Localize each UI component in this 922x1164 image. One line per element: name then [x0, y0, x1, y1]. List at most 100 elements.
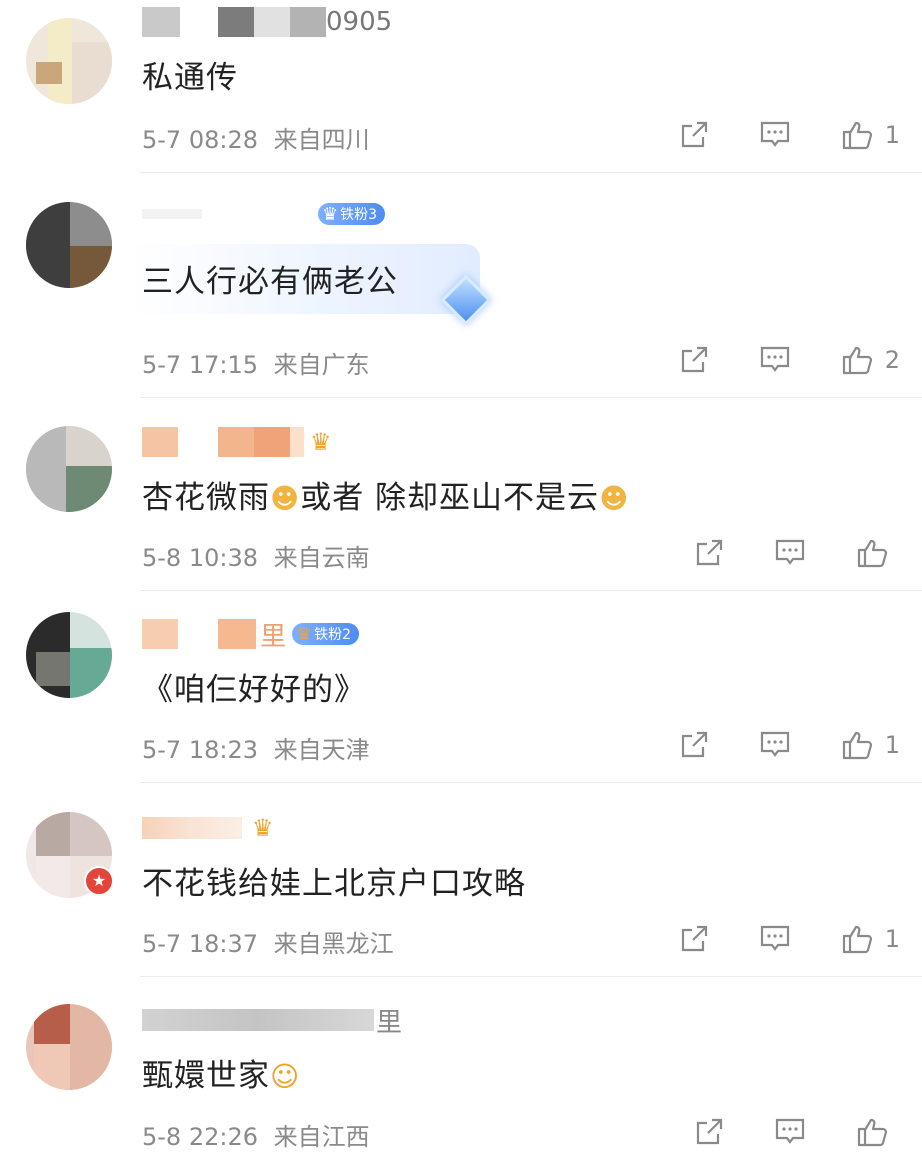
comment-meta: 5-7 08:28 来自四川 [142, 120, 370, 155]
avatar[interactable] [26, 426, 112, 512]
share-icon [681, 121, 707, 148]
crown-icon: ♛ [310, 428, 332, 456]
comment-time: 5-8 10:38 [142, 544, 258, 572]
like-button[interactable]: 2 [841, 344, 900, 376]
thumbs-up-icon [842, 925, 872, 954]
doge-emoji: ☻ [270, 482, 301, 515]
comment-text: 《咱仨好好的》 [142, 672, 366, 708]
share-icon [681, 925, 707, 952]
crown-icon: ♛ [322, 203, 339, 225]
share-button[interactable] [679, 345, 709, 375]
comment-actions [644, 1112, 890, 1152]
share-button[interactable] [694, 1117, 724, 1147]
laugh-emoji: ☺ [270, 1060, 301, 1093]
share-button[interactable] [679, 924, 709, 954]
comment-text: 甄嬛世家☺ [142, 1050, 300, 1095]
like-count: 1 [884, 925, 900, 953]
username[interactable]: 里 ♛ 铁粉2 [142, 618, 360, 652]
comment-icon [775, 1118, 805, 1144]
comment-icon [775, 539, 805, 565]
avatar[interactable] [26, 612, 112, 698]
comment-time: 5-7 08:28 [142, 126, 258, 154]
username[interactable]: ♛ [142, 812, 274, 844]
comment-meta: 5-7 18:23 来自天津 [142, 730, 370, 765]
fan-badge-label: 铁粉3 [340, 207, 378, 223]
comment-meta: 5-7 17:15 来自广东 [142, 345, 370, 380]
username[interactable]: ♛ 铁粉3 [142, 198, 386, 230]
comment-location: 来自黑龙江 [273, 930, 394, 958]
username-visible-part: 里 [376, 1007, 403, 1038]
divider [140, 976, 922, 977]
comment-time: 5-7 18:23 [142, 736, 258, 764]
username[interactable]: 0905 [142, 6, 392, 38]
comment-text-part: 杏花微雨 [142, 480, 270, 516]
username-visible-part: 0905 [326, 7, 393, 37]
comment-meta: 5-8 10:38 来自云南 [142, 538, 370, 573]
comment-time: 5-7 18:37 [142, 930, 258, 958]
crown-icon: ♛ [296, 623, 313, 645]
comment-text-part: 甄嬛世家 [142, 1058, 270, 1094]
avatar[interactable] [26, 18, 112, 104]
like-button[interactable] [856, 537, 890, 569]
share-button[interactable] [679, 120, 709, 150]
comment-text: 私通传 [142, 60, 238, 96]
doge-emoji: ☻ [599, 482, 630, 515]
fan-badge-label: 铁粉2 [314, 627, 352, 643]
comment-icon [760, 925, 789, 951]
comment-location: 来自广东 [273, 351, 370, 379]
comment-text: 不花钱给娃上北京户口攻略 [142, 866, 526, 902]
comment-actions [644, 533, 890, 573]
reply-button[interactable] [759, 924, 791, 954]
share-icon [696, 539, 723, 566]
divider [140, 397, 922, 398]
reply-button[interactable] [759, 120, 791, 150]
avatar[interactable] [26, 202, 112, 288]
thumbs-up-icon [842, 731, 872, 760]
comment-location: 来自天津 [273, 736, 370, 764]
comment-text-part: 或者 除却巫山不是云 [300, 480, 600, 516]
like-count: 2 [884, 346, 900, 374]
comment-actions: 2 [629, 340, 900, 380]
comment-location: 来自江西 [273, 1123, 370, 1151]
reply-button[interactable] [774, 538, 806, 568]
comment-meta: 5-7 18:37 来自黑龙江 [142, 924, 394, 959]
username-visible-part: 里 [260, 621, 287, 652]
divider [140, 172, 922, 173]
thumbs-up-icon [842, 121, 872, 150]
comment-time: 5-7 17:15 [142, 351, 258, 379]
comment-meta: 5-8 22:26 来自江西 [142, 1117, 370, 1152]
divider [140, 782, 922, 783]
comment-actions: 1 [629, 919, 900, 959]
like-button[interactable] [856, 1116, 890, 1148]
comment-time: 5-8 22:26 [142, 1123, 258, 1151]
crown-icon: ♛ [252, 814, 274, 842]
fan-badge: ♛ 铁粉2 [292, 623, 360, 645]
share-icon [681, 346, 707, 373]
avatar[interactable] [26, 1004, 112, 1090]
comment-location: 来自云南 [273, 544, 370, 572]
comment-actions: 1 [629, 115, 900, 155]
comment-actions: 1 [629, 725, 900, 765]
comment-icon [760, 121, 789, 147]
comment-location: 来自四川 [273, 126, 370, 154]
username[interactable]: 里 [142, 1004, 403, 1038]
like-button[interactable]: 1 [841, 923, 900, 955]
comment-text: 杏花微雨☻或者 除却巫山不是云☻ [142, 472, 629, 517]
share-icon [696, 1118, 723, 1145]
thumbs-up-icon [842, 346, 872, 375]
thumbs-up-icon [857, 1118, 888, 1147]
verified-badge-icon: ★ [84, 866, 114, 896]
share-button[interactable] [679, 730, 709, 760]
fan-badge: ♛ 铁粉3 [318, 203, 386, 225]
reply-button[interactable] [759, 730, 791, 760]
divider [140, 590, 922, 591]
username[interactable]: ♛ [142, 426, 332, 458]
reply-button[interactable] [759, 345, 791, 375]
like-button[interactable]: 1 [841, 729, 900, 761]
share-icon [681, 731, 707, 758]
share-button[interactable] [694, 538, 724, 568]
like-count: 1 [884, 731, 900, 759]
comment-icon [760, 346, 789, 372]
like-button[interactable]: 1 [841, 119, 900, 151]
reply-button[interactable] [774, 1117, 806, 1147]
